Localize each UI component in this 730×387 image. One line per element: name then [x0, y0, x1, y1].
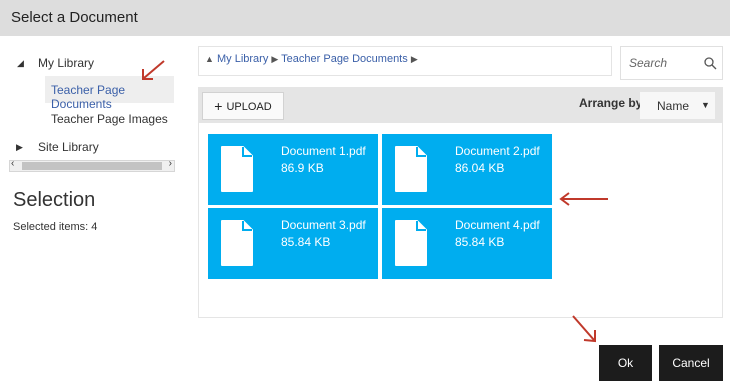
expand-arrow-icon[interactable]: ▶ [16, 142, 23, 153]
ok-button[interactable]: Ok [599, 345, 652, 381]
document-icon [395, 220, 427, 266]
breadcrumb-item-my-library[interactable]: My Library [217, 53, 268, 65]
file-grid: Document 1.pdf 86.9 KB Document 2.pdf 86… [198, 123, 723, 318]
breadcrumb-up-icon[interactable]: ▲ [205, 54, 214, 64]
document-icon [221, 146, 253, 192]
selected-items-count: Selected items: 4 [13, 221, 98, 233]
search-input[interactable] [629, 56, 703, 70]
file-size: 85.84 KB [281, 235, 331, 249]
file-size: 85.84 KB [455, 235, 505, 249]
breadcrumb: ▲ My Library ▶ Teacher Page Documents ▶ [198, 46, 612, 76]
upload-button[interactable]: + UPLOAD [202, 92, 284, 120]
arrange-by-value: Name [657, 99, 690, 113]
dialog-titlebar: Select a Document [0, 0, 730, 36]
search-icon[interactable] [704, 57, 717, 70]
document-icon [395, 146, 427, 192]
arrange-by-select[interactable]: Name ▼ [640, 92, 715, 119]
search-box [620, 46, 723, 80]
scroll-left-icon[interactable]: ‹ [11, 158, 14, 169]
annotation-arrow-icon [559, 192, 608, 206]
caret-down-icon: ▼ [701, 100, 710, 110]
file-size: 86.9 KB [281, 161, 324, 175]
file-name: Document 3.pdf [281, 218, 366, 232]
selection-heading: Selection [13, 189, 96, 211]
tree-horizontal-scrollbar[interactable]: ‹ › [9, 158, 175, 172]
file-tile[interactable]: Document 4.pdf 85.84 KB [382, 208, 552, 279]
breadcrumb-separator-icon: ▶ [410, 54, 418, 64]
file-name: Document 4.pdf [455, 218, 540, 232]
file-tile[interactable]: Document 3.pdf 85.84 KB [208, 208, 378, 279]
scroll-right-icon[interactable]: › [169, 158, 172, 169]
tree-item-teacher-page-images[interactable]: Teacher Page Images [51, 112, 168, 126]
document-icon [221, 220, 253, 266]
tree-item-my-library[interactable]: My Library [38, 56, 94, 70]
file-name: Document 1.pdf [281, 144, 366, 158]
annotation-arrow-icon [572, 315, 596, 343]
cancel-button[interactable]: Cancel [659, 345, 723, 381]
arrange-by-label: Arrange by: [579, 96, 647, 110]
file-tile[interactable]: Document 1.pdf 86.9 KB [208, 134, 378, 205]
scrollbar-thumb[interactable] [22, 162, 162, 170]
file-size: 86.04 KB [455, 161, 505, 175]
breadcrumb-separator-icon: ▶ [271, 54, 279, 64]
file-tile[interactable]: Document 2.pdf 86.04 KB [382, 134, 552, 205]
annotation-arrow-icon [142, 60, 165, 80]
file-toolbar: + UPLOAD Arrange by: Name ▼ [198, 87, 723, 123]
collapse-arrow-icon[interactable]: ◢ [17, 58, 24, 69]
plus-icon: + [214, 98, 223, 114]
tree-item-site-library[interactable]: Site Library [38, 140, 99, 154]
breadcrumb-item-folder[interactable]: Teacher Page Documents [281, 53, 408, 65]
tree-item-label: Teacher Page Documents [51, 83, 126, 111]
dialog-title: Select a Document [11, 9, 138, 26]
folder-tree: ◢ My Library Teacher Page Documents Teac… [0, 36, 190, 387]
file-name: Document 2.pdf [455, 144, 540, 158]
